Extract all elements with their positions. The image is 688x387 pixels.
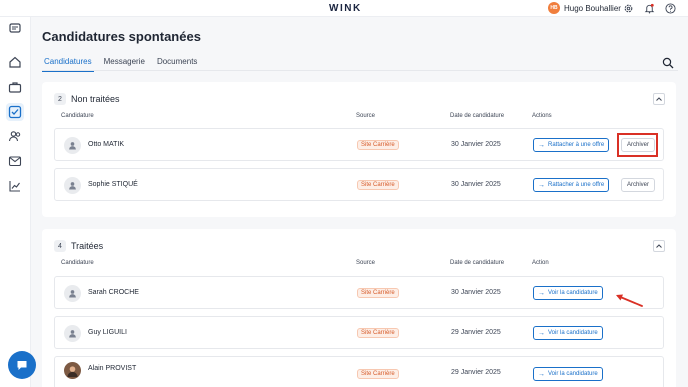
table-row[interactable]: Otto MATIK Site Carrière 30 Janvier 2025…	[54, 128, 664, 161]
user-menu[interactable]: HB Hugo Bouhallier	[548, 2, 621, 14]
home-icon[interactable]	[8, 55, 22, 69]
avatar	[64, 177, 81, 194]
view-application-button[interactable]: → Voir la candidature	[533, 286, 603, 300]
count-badge: 4	[54, 240, 66, 252]
top-bar: WINK HB Hugo Bouhallier	[0, 0, 688, 17]
archive-button[interactable]: Archiver	[621, 178, 655, 192]
applications-icon[interactable]	[6, 103, 24, 121]
bell-icon[interactable]	[644, 3, 655, 14]
source-badge: Site Carrière	[357, 369, 399, 379]
table-row[interactable]: Guy LIGUILI Site Carrière 29 Janvier 202…	[54, 316, 664, 349]
person-icon	[69, 182, 76, 190]
column-header-action: Action	[532, 260, 549, 266]
user-name: Hugo Bouhallier	[564, 3, 621, 13]
app-logo[interactable]: WINK	[329, 3, 362, 14]
arrow-right-icon: →	[538, 289, 545, 297]
section-header: 4 Traitées	[54, 240, 103, 252]
briefcase-icon[interactable]	[8, 80, 22, 94]
sidebar	[0, 17, 31, 387]
source-badge: Site Carrière	[357, 288, 399, 298]
source-badge: Site Carrière	[357, 328, 399, 338]
column-header-source: Source	[356, 260, 376, 266]
search-icon[interactable]	[662, 57, 674, 69]
profile-photo-icon	[67, 366, 78, 377]
page-title: Candidatures spontanées	[42, 29, 201, 44]
column-header-date: Date de candidature	[450, 113, 505, 119]
person-icon	[69, 142, 76, 150]
section-title: Non traitées	[71, 94, 120, 104]
view-application-button[interactable]: → Voir la candidature	[533, 326, 603, 340]
column-header-candidate: Candidature	[61, 260, 94, 266]
candidate-name[interactable]: Alain PROVIST	[88, 365, 136, 372]
table-row[interactable]: Alain PROVIST Site Carrière 29 Janvier 2…	[54, 356, 664, 387]
table-row[interactable]: Sophie STIQUÉ Site Carrière 30 Janvier 2…	[54, 168, 664, 201]
users-icon[interactable]	[8, 129, 22, 143]
chevron-up-icon	[656, 244, 662, 248]
arrow-right-icon: →	[538, 329, 545, 337]
collapse-button[interactable]	[653, 93, 665, 105]
chat-icon	[17, 361, 27, 370]
tabs-divider	[42, 70, 678, 71]
company-icon[interactable]	[8, 20, 22, 34]
avatar	[64, 362, 81, 379]
application-date: 30 Janvier 2025	[451, 181, 501, 188]
count-badge: 2	[54, 93, 66, 105]
source-badge: Site Carrière	[357, 180, 399, 190]
application-date: 29 Janvier 2025	[451, 369, 501, 376]
archive-highlight-box	[617, 133, 658, 157]
section-non-traitees: 2 Non traitées Candidature Source Date d…	[42, 82, 676, 217]
button-label: Rattacher à une offre	[548, 142, 605, 148]
section-header: 2 Non traitées	[54, 93, 120, 105]
arrow-right-icon: →	[538, 370, 545, 378]
collapse-button[interactable]	[653, 240, 665, 252]
avatar	[64, 285, 81, 302]
gear-icon[interactable]	[623, 3, 634, 14]
column-header-date: Date de candidature	[450, 260, 505, 266]
column-header-candidate: Candidature	[61, 113, 94, 119]
column-header-source: Source	[356, 113, 376, 119]
view-application-button[interactable]: → Voir la candidature	[533, 367, 603, 381]
section-title: Traitées	[71, 241, 104, 251]
arrow-right-icon: →	[538, 181, 545, 189]
chart-icon[interactable]	[8, 179, 22, 193]
candidate-name[interactable]: Guy LIGUILI	[88, 329, 127, 336]
candidate-name[interactable]: Sarah CROCHE	[88, 289, 139, 296]
user-avatar: HB	[548, 2, 560, 14]
candidate-name[interactable]: Otto MATIK	[88, 141, 124, 148]
avatar	[64, 137, 81, 154]
avatar	[64, 325, 81, 342]
button-label: Voir la candidature	[548, 290, 598, 296]
button-label: Rattacher à une offre	[548, 182, 605, 188]
source-badge: Site Carrière	[357, 140, 399, 150]
chat-button[interactable]	[8, 351, 36, 379]
person-icon	[69, 330, 76, 338]
attach-offer-button[interactable]: → Rattacher à une offre	[533, 178, 610, 192]
person-icon	[69, 290, 76, 298]
application-date: 30 Janvier 2025	[451, 141, 501, 148]
button-label: Voir la candidature	[548, 330, 598, 336]
annotation-arrow-icon	[616, 294, 643, 307]
table-row[interactable]: Sarah CROCHE Site Carrière 30 Janvier 20…	[54, 276, 664, 309]
mail-icon[interactable]	[8, 154, 22, 168]
application-date: 30 Janvier 2025	[451, 289, 501, 296]
application-date: 29 Janvier 2025	[451, 329, 501, 336]
section-traitees: 4 Traitées Candidature Source Date de ca…	[42, 229, 676, 387]
column-header-actions: Actions	[532, 113, 552, 119]
arrow-right-icon: →	[538, 141, 545, 149]
button-label: Voir la candidature	[548, 371, 598, 377]
attach-offer-button[interactable]: → Rattacher à une offre	[533, 138, 610, 152]
chevron-up-icon	[656, 97, 662, 101]
candidate-name[interactable]: Sophie STIQUÉ	[88, 181, 138, 188]
help-icon[interactable]	[665, 3, 676, 14]
